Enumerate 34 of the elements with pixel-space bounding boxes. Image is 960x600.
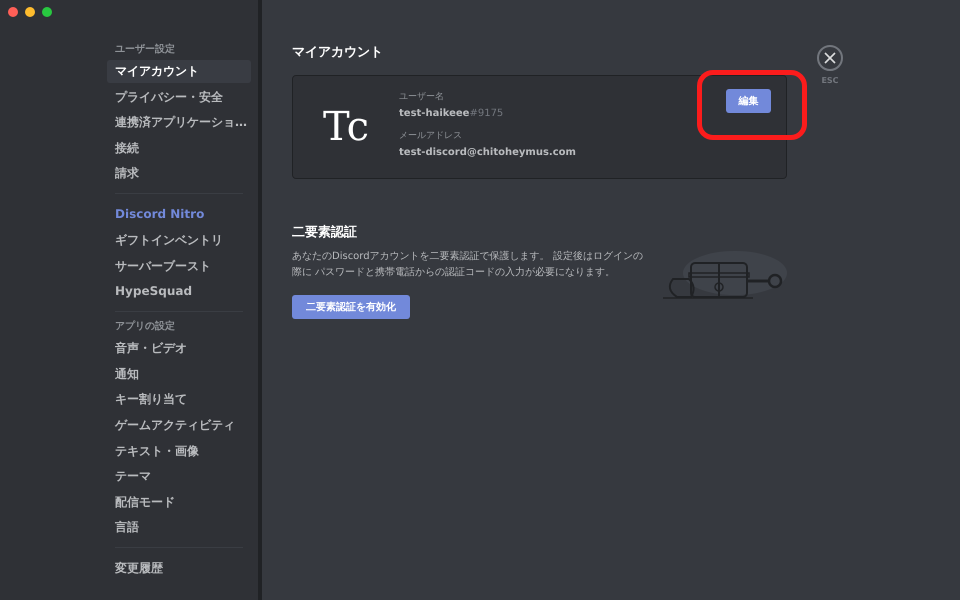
section-title: マイアカウント — [292, 44, 384, 62]
sidebar-item[interactable]: 請求 — [107, 162, 251, 186]
sidebar-item[interactable]: ギフトインベントリ — [107, 228, 251, 252]
sidebar-item[interactable]: テーマ — [107, 465, 251, 488]
sidebar-item[interactable]: HypeSquad — [107, 280, 251, 304]
sidebar-header: アプリの設定 — [114, 321, 176, 334]
esc-label: ESC — [821, 76, 839, 85]
sidebar-item[interactable]: ゲームアクティビティ — [107, 414, 251, 437]
sidebar-item[interactable]: 配信モード — [107, 490, 251, 514]
sidebar-header: ユーザー設定 — [114, 44, 176, 57]
field-label: メールアドレス — [399, 130, 463, 142]
avatar-logo: Tc — [322, 103, 370, 152]
close-button[interactable] — [817, 45, 843, 71]
sidebar-item[interactable]: 音声・ビデオ — [107, 337, 251, 360]
sidebar-item[interactable]: 連携済アプリケーショ… — [107, 111, 251, 134]
close-icon — [824, 52, 836, 64]
sidebar-item[interactable]: 変更履歴 — [107, 557, 251, 580]
sidebar-item[interactable]: Discord Nitro — [107, 203, 251, 226]
sidebar-item[interactable]: プライバシー・安全 — [107, 86, 251, 109]
sidebar-item[interactable]: キー割り当て — [107, 388, 251, 412]
username-text: test-haikeee#9175 — [399, 108, 504, 119]
sidebar-item[interactable]: 通知 — [107, 362, 251, 386]
field-label: ユーザー名 — [399, 90, 445, 103]
window-minimize-button[interactable] — [25, 7, 35, 17]
window-close-button[interactable] — [8, 7, 18, 17]
description-text: あなたのDiscordアカウントを二要素認証で保護します。 設定後はログインの際に パスワードと携帯電話からの認証コードの入力が必要になります。 — [292, 250, 644, 280]
sidebar-item[interactable]: テキスト・画像 — [107, 440, 251, 463]
email-text: test-discord@chitoheymus.com — [399, 147, 577, 158]
sidebar-item[interactable]: 接続 — [107, 136, 251, 160]
section-title: 二要素認証 — [292, 224, 358, 242]
sidebar-item[interactable]: マイアカウント — [107, 60, 251, 83]
sidebar-item[interactable]: 言語 — [107, 516, 251, 540]
window-zoom-button[interactable] — [42, 7, 52, 17]
sidebar-item[interactable]: サーバーブースト — [107, 254, 251, 278]
